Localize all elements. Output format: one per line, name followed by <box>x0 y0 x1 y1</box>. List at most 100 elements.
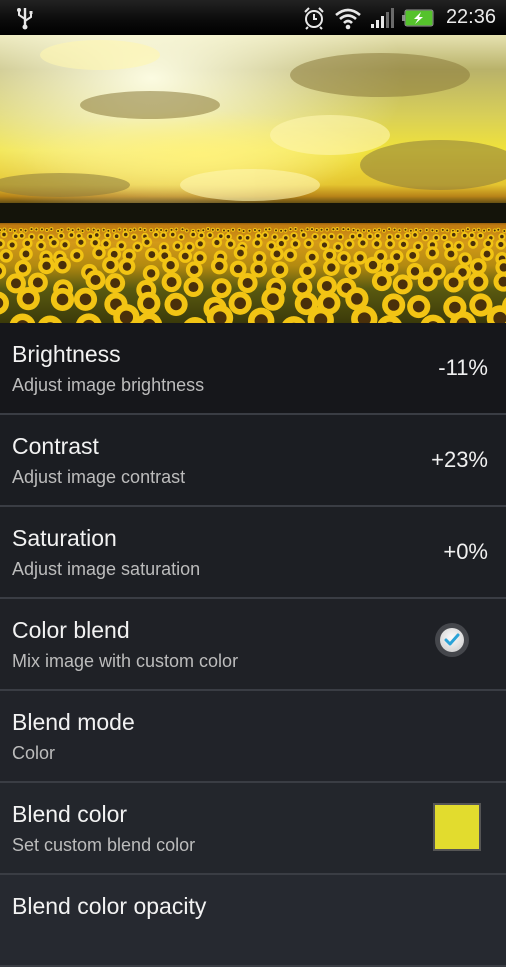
battery-charging-icon <box>402 8 434 28</box>
setting-brightness[interactable]: Brightness Adjust image brightness -11% <box>0 323 506 415</box>
sunflower-center <box>292 234 296 238</box>
sunflower-center <box>279 241 284 246</box>
sunflower-center <box>336 245 341 250</box>
sunflower-center <box>475 299 487 311</box>
sunflower-center <box>284 236 288 240</box>
sunflower-center <box>341 254 348 261</box>
setting-summary: Mix image with custom color <box>12 651 238 672</box>
setting-color-blend[interactable]: Color blend Mix image with custom color <box>0 599 506 691</box>
sunflower-center <box>483 230 485 232</box>
sunflower-center <box>90 275 100 285</box>
signal-icon <box>370 7 394 29</box>
sunflower-center <box>303 267 311 275</box>
sunflower-center <box>258 230 260 232</box>
sunflower-center <box>124 229 126 231</box>
setting-blend-color-opacity[interactable]: Blend color opacity <box>0 875 506 967</box>
sunflower-center <box>297 282 307 292</box>
setting-summary: Set custom blend color <box>12 835 195 856</box>
sunflower-center <box>368 235 372 239</box>
color-blend-checkbox[interactable] <box>435 623 469 657</box>
sunflower-center <box>14 234 18 238</box>
sunflower-center <box>160 229 162 231</box>
sunflower-center <box>238 236 242 240</box>
sunflower-center <box>398 279 408 289</box>
setting-value: -11% <box>438 355 488 381</box>
sunflower-center <box>166 261 174 269</box>
sunflower-center <box>123 262 131 270</box>
sunflower-center <box>348 266 356 274</box>
sunflower-center <box>119 228 121 230</box>
blend-color-swatch[interactable] <box>433 803 481 851</box>
sunflower-center <box>443 236 447 240</box>
sunflower-center <box>470 241 475 246</box>
sunflower-center <box>14 230 16 232</box>
sunflower-center <box>133 228 135 230</box>
sunflower-center <box>126 252 133 259</box>
sunflower-center <box>470 233 474 237</box>
sunflower-center <box>154 233 158 237</box>
setting-summary: Adjust image saturation <box>12 559 200 580</box>
sunflower-center <box>351 235 355 239</box>
sunflower-center <box>110 278 120 288</box>
setting-contrast[interactable]: Contrast Adjust image contrast +23% <box>0 415 506 507</box>
sunflower-center <box>243 278 253 288</box>
sunflower-center <box>191 233 195 237</box>
sunflower-center <box>267 293 279 305</box>
sunflower-center <box>473 277 483 287</box>
sunflower-center <box>200 234 204 238</box>
sunflower-center <box>234 265 242 273</box>
sunflower-center <box>175 228 177 230</box>
sunflower-center <box>322 235 326 239</box>
sunflower-center <box>72 229 74 231</box>
sunflower-center <box>80 293 92 305</box>
sunflower-center <box>119 243 124 248</box>
sunflower-center <box>170 299 182 311</box>
sunflower-center <box>488 229 490 231</box>
sunflower-center <box>256 254 263 261</box>
sunflower-center <box>449 278 459 288</box>
sunflower-center <box>113 230 115 232</box>
sunflower-center <box>368 230 370 232</box>
wifi-icon <box>334 6 362 30</box>
sunflower-center <box>124 233 128 237</box>
sunflower-center <box>20 234 24 238</box>
setting-saturation[interactable]: Saturation Adjust image saturation +0% <box>0 507 506 599</box>
sunflower-center <box>369 261 377 269</box>
sunflower-center <box>132 235 136 239</box>
setting-summary: Color <box>12 743 55 764</box>
alarm-icon <box>302 6 326 30</box>
setting-blend-mode[interactable]: Blend mode Color <box>0 691 506 783</box>
sunflower-center <box>429 250 436 257</box>
sunflower-center <box>293 241 298 246</box>
sunflower-center <box>276 266 284 274</box>
setting-blend-color[interactable]: Blend color Set custom blend color <box>0 783 506 875</box>
sunflower-center <box>249 230 251 232</box>
sunflower-center <box>446 229 448 231</box>
sunflower-center <box>347 241 352 246</box>
setting-summary: Adjust image contrast <box>12 467 185 488</box>
sunflower-center <box>394 229 396 231</box>
sunflower-center <box>452 233 456 237</box>
sunflower-center <box>217 283 227 293</box>
sunflower-center <box>23 293 35 305</box>
sunflower-center <box>393 253 400 260</box>
setting-title: Saturation <box>12 525 117 552</box>
sunflower-center <box>255 240 260 245</box>
sunflower-center <box>103 229 105 231</box>
sunflower-center <box>306 228 308 230</box>
sunflower-center <box>144 240 149 245</box>
sunflower-center <box>197 230 199 232</box>
sunflower-center <box>301 298 313 310</box>
sunflower-center <box>462 230 464 232</box>
sunflower-center <box>182 253 189 260</box>
sunflower-center <box>215 262 223 270</box>
sunflower-center <box>351 293 363 305</box>
sunflower-center <box>473 229 475 231</box>
sunflower-field-image <box>0 35 506 323</box>
sunflower-center <box>106 261 114 269</box>
sunflower-center <box>171 229 173 231</box>
sunflower-center <box>187 244 192 249</box>
sunflower-center <box>415 229 417 231</box>
sunflower-center <box>20 229 22 231</box>
sunflower-center <box>143 298 155 310</box>
